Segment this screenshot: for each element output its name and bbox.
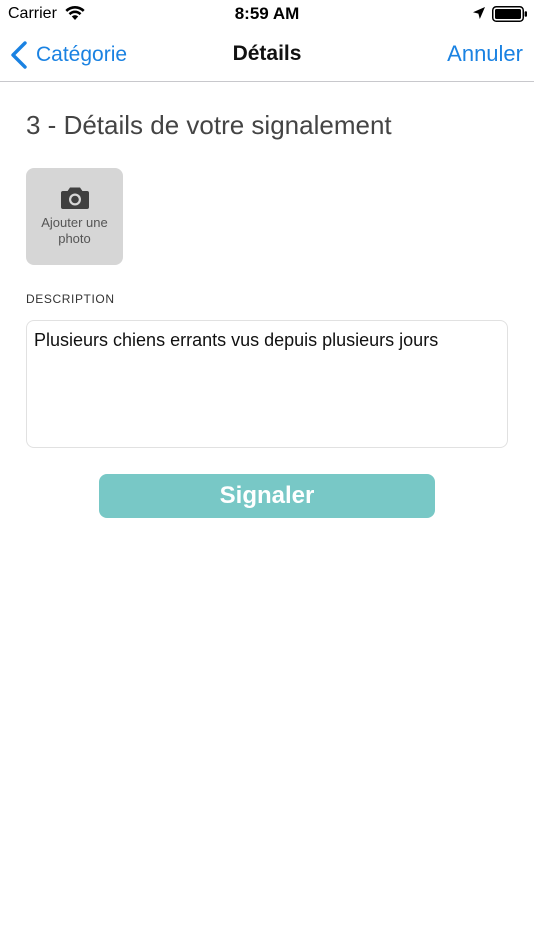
battery-icon — [492, 6, 527, 22]
add-photo-label: Ajouter une photo — [41, 215, 108, 246]
status-bar: Carrier 8:59 AM — [0, 0, 534, 28]
description-label: DESCRIPTION — [26, 292, 115, 306]
camera-icon — [60, 187, 89, 209]
back-button[interactable]: Catégorie — [10, 38, 127, 72]
section-title: 3 - Détails de votre signalement — [26, 110, 392, 140]
location-icon — [473, 7, 485, 19]
back-button-label: Catégorie — [36, 43, 128, 66]
navigation-bar: Catégorie Détails Annuler — [0, 28, 534, 82]
chevron-left-icon — [11, 41, 27, 69]
cancel-button[interactable]: Annuler — [447, 41, 523, 67]
add-photo-button[interactable]: Ajouter une photo — [26, 168, 123, 265]
description-field[interactable]: Plusieurs chiens errants vus depuis plus… — [26, 320, 508, 448]
status-time: 8:59 AM — [234, 4, 300, 23]
submit-report-button[interactable]: Signaler — [99, 474, 435, 518]
